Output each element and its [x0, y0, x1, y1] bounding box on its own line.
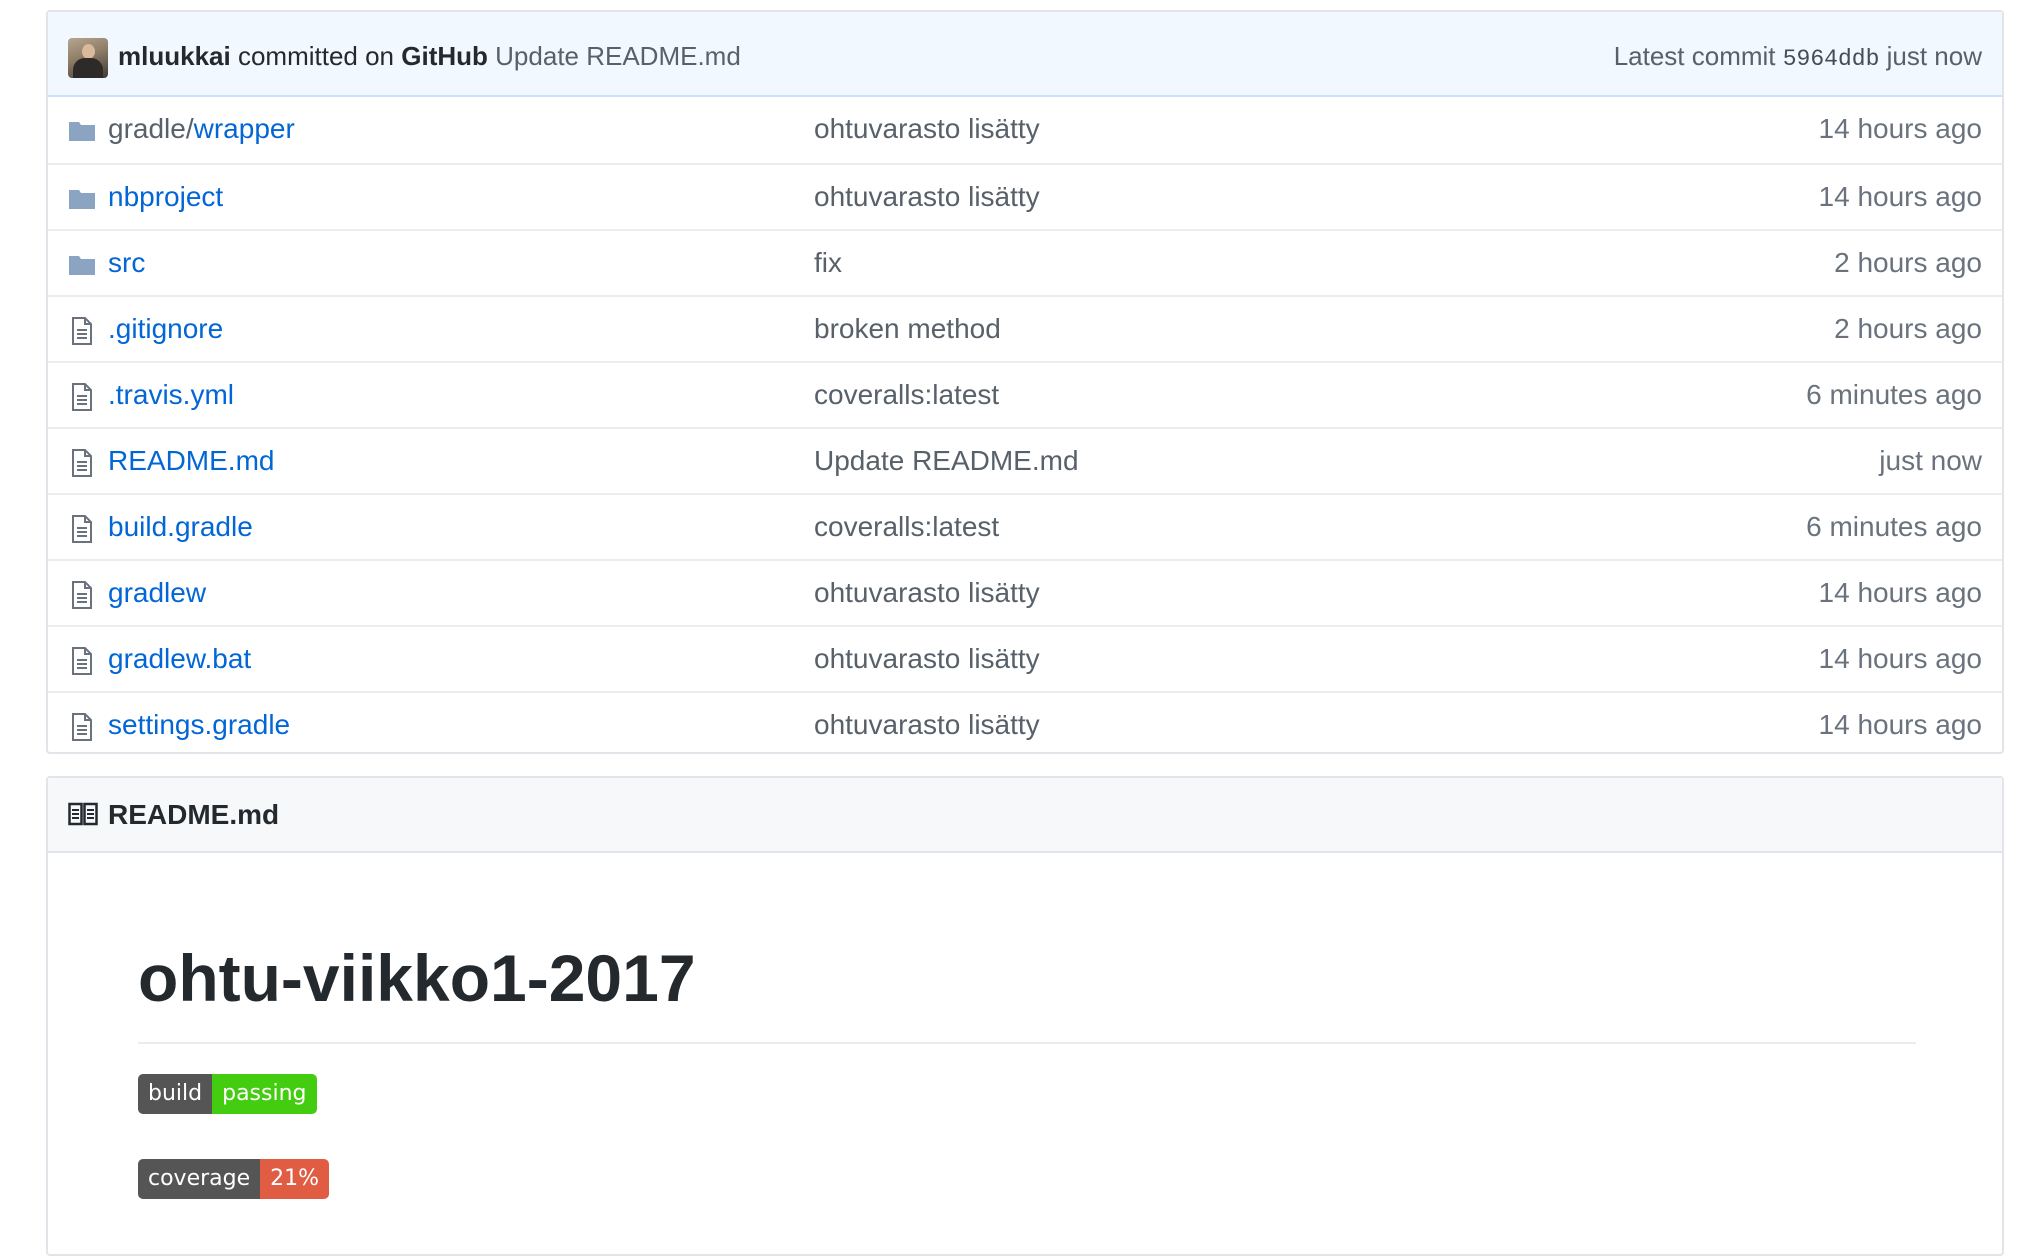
file-name-link[interactable]: src [108, 244, 145, 282]
commit-summary: mluukkai committed on GitHub Update READ… [118, 38, 741, 74]
commit-time: just now [1886, 41, 1982, 71]
file-name-link[interactable]: README.md [108, 442, 274, 480]
commit-age: 6 minutes ago [1806, 379, 1982, 410]
commit-age: 14 hours ago [1818, 709, 1982, 740]
file-row: gradlew.bat ohtuvarasto lisätty 14 hours a… [48, 625, 2002, 691]
file-name-prefix[interactable]: gradle/ [108, 113, 194, 144]
commit-message-link[interactable]: coveralls:latest [814, 508, 999, 546]
file-name[interactable]: gradlew [108, 577, 206, 608]
readme-title: README.md [108, 799, 280, 830]
commit-platform: GitHub [401, 41, 488, 71]
heading-divider [138, 1042, 1916, 1044]
file-row: gradle/wrapper ohtuvarasto lisätty 14 hour… [48, 97, 2002, 163]
folder-icon [68, 185, 96, 213]
file-row: settings.gradle ohtuvarasto lisätty 14 hou… [48, 691, 2002, 757]
file-name-link[interactable]: gradlew [108, 574, 206, 612]
commit-author-link[interactable]: mluukkai [118, 41, 231, 71]
commit-age: just now [1879, 445, 1982, 476]
file-row: nbproject ohtuvarasto lisätty 14 hours ago [48, 163, 2002, 229]
badge-label: build [138, 1074, 213, 1114]
commit-message-link[interactable]: broken method [814, 310, 1001, 348]
folder-icon [68, 117, 96, 145]
file-row: src fix 2 hours ago [48, 229, 2002, 295]
commit-message-link[interactable]: ohtuvarasto lisätty [814, 706, 1040, 744]
latest-commit-label: Latest commit [1613, 41, 1776, 71]
file-name[interactable]: build.gradle [108, 511, 253, 542]
file-name-link[interactable]: gradlew.bat [108, 640, 251, 678]
commit-message-link[interactable]: Update README.md [495, 41, 741, 71]
readme-panel: README.md ohtu-viikko1-2017 build passin… [46, 776, 2004, 1256]
commit-age: 6 minutes ago [1806, 511, 1982, 542]
file-table: mluukkai committed on GitHub Update READ… [46, 10, 2004, 754]
commit-age: 14 hours ago [1818, 113, 1982, 144]
file-row: .travis.yml coveralls:latest 6 minutes ago [48, 361, 2002, 427]
readme-header: README.md [48, 778, 2002, 853]
file-icon [68, 449, 96, 477]
file-row: .gitignore broken method 2 hours ago [48, 295, 2002, 361]
commit-age: 14 hours ago [1818, 181, 1982, 212]
committed-on-text: committed on [237, 41, 395, 71]
commit-message-link[interactable]: ohtuvarasto lisätty [814, 178, 1040, 216]
file-name-link[interactable]: nbproject [108, 178, 223, 216]
author-avatar[interactable] [68, 38, 108, 78]
badge-value: 21% [260, 1159, 330, 1199]
file-name-link[interactable]: .travis.yml [108, 376, 234, 414]
file-name[interactable]: .gitignore [108, 313, 223, 344]
commit-message-link[interactable]: ohtuvarasto lisätty [814, 110, 1040, 148]
file-name-link[interactable]: settings.gradle [108, 706, 290, 744]
file-name[interactable]: wrapper [194, 113, 295, 144]
file-name[interactable]: src [108, 247, 145, 278]
file-name-link[interactable]: gradle/wrapper [108, 110, 295, 148]
file-name[interactable]: nbproject [108, 181, 223, 212]
latest-commit-info: Latest commit 5964ddb just now [1614, 38, 1982, 77]
badge-value: passing [212, 1074, 317, 1114]
coverage-badge[interactable]: coverage 21% [138, 1159, 330, 1199]
commit-message-link[interactable]: Update README.md [814, 442, 1079, 480]
file-row: README.md Update README.md just now [48, 427, 2002, 493]
file-icon [68, 581, 96, 609]
readme-heading: ohtu-viikko1-2017 [138, 941, 696, 1015]
file-row: build.gradle coveralls:latest 6 minutes ag… [48, 493, 2002, 559]
file-icon [68, 383, 96, 411]
file-name[interactable]: gradlew.bat [108, 643, 251, 674]
badge-label: coverage [138, 1159, 261, 1199]
file-icon [68, 515, 96, 543]
commit-message-link[interactable]: ohtuvarasto lisätty [814, 640, 1040, 678]
build-status-badge[interactable]: build passing [138, 1074, 317, 1114]
file-icon [68, 713, 96, 741]
commit-age: 14 hours ago [1818, 643, 1982, 674]
file-name[interactable]: README.md [108, 445, 274, 476]
file-icon [68, 317, 96, 345]
commit-message-link[interactable]: fix [814, 244, 842, 282]
file-name-link[interactable]: build.gradle [108, 508, 253, 546]
commit-age: 2 hours ago [1834, 247, 1982, 278]
latest-commit-bar: mluukkai committed on GitHub Update READ… [48, 12, 2002, 97]
commit-message-link[interactable]: coveralls:latest [814, 376, 999, 414]
commit-age: 2 hours ago [1834, 313, 1982, 344]
commit-sha-link[interactable]: 5964ddb [1783, 46, 1880, 72]
book-icon [68, 802, 98, 826]
file-icon [68, 647, 96, 675]
file-name[interactable]: .travis.yml [108, 379, 234, 410]
file-name-link[interactable]: .gitignore [108, 310, 223, 348]
file-row: gradlew ohtuvarasto lisätty 14 hours ago [48, 559, 2002, 625]
file-name[interactable]: settings.gradle [108, 709, 290, 740]
commit-age: 14 hours ago [1818, 577, 1982, 608]
commit-message-link[interactable]: ohtuvarasto lisätty [814, 574, 1040, 612]
folder-icon [68, 251, 96, 279]
